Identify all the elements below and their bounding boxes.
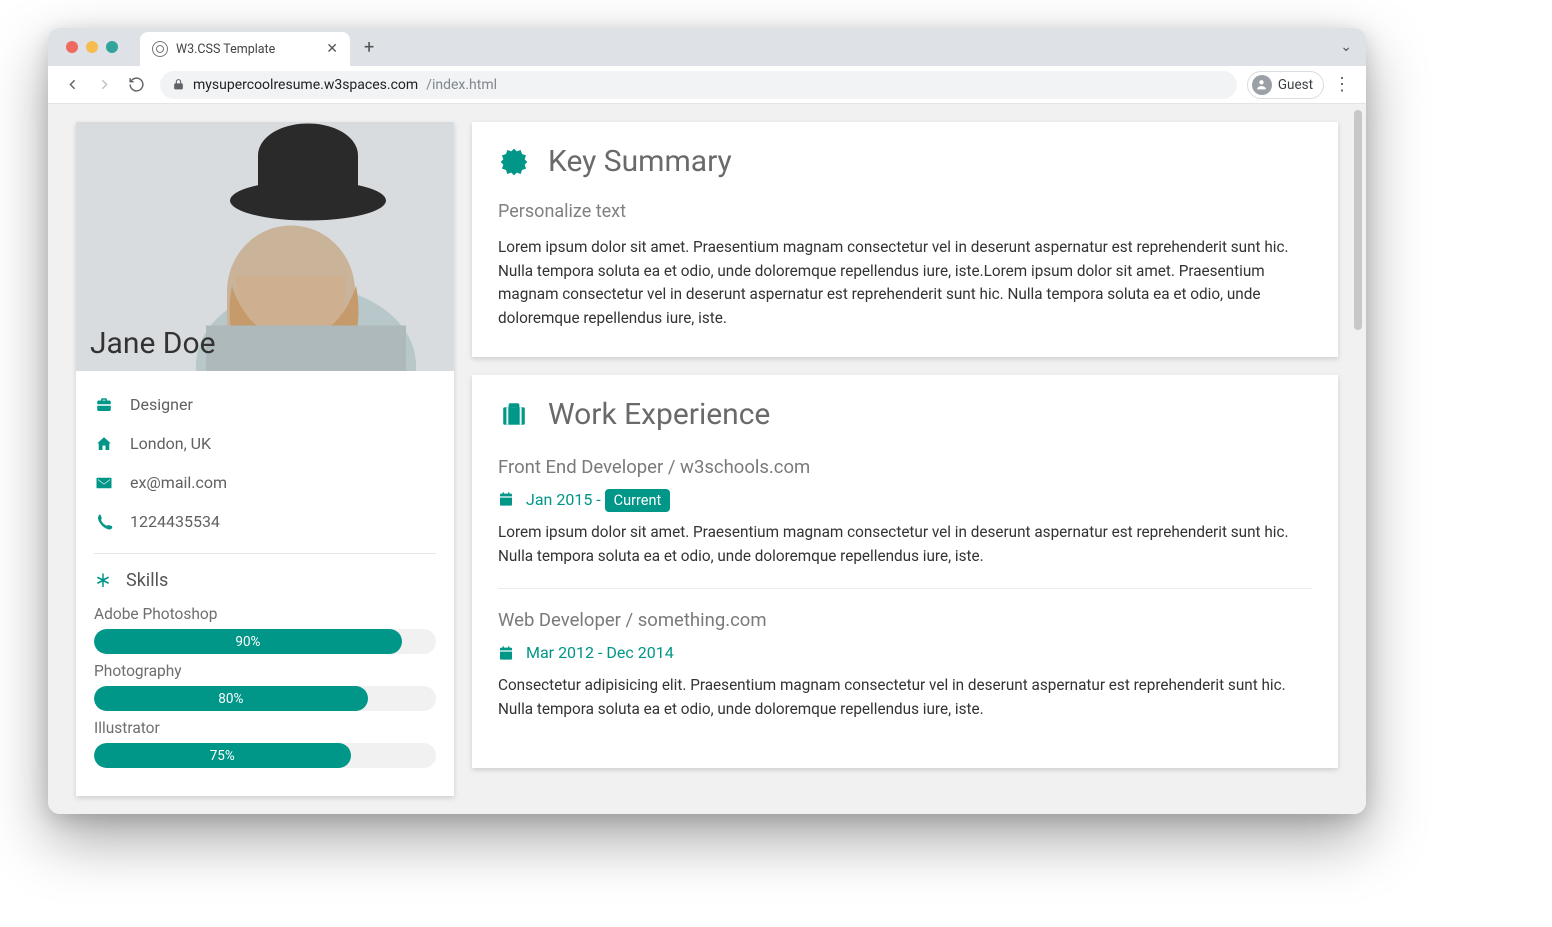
avatar-icon — [1252, 75, 1272, 95]
tab-title: W3.CSS Template — [176, 42, 318, 57]
job-title: Web Developer / something.com — [498, 609, 1312, 631]
job-date-prefix: Jan 2015 - — [526, 490, 605, 509]
home-icon — [94, 435, 114, 453]
phone-icon — [94, 513, 114, 531]
url-host: mysupercoolresume.w3spaces.com — [193, 77, 418, 93]
job-date-row: Jan 2015 - Current — [498, 490, 1312, 509]
profile-photo: Jane Doe — [76, 122, 454, 371]
profile-chip[interactable]: Guest — [1247, 71, 1324, 99]
skill-progress: 75% — [94, 743, 436, 768]
summary-body: Lorem ipsum dolor sit amet. Praesentium … — [498, 236, 1312, 331]
info-role: Designer — [94, 385, 436, 424]
skill-item: Illustrator 75% — [94, 719, 436, 768]
asterisk-icon — [94, 572, 112, 590]
browser-tab[interactable]: W3.CSS Template ✕ — [140, 32, 350, 66]
job-title: Front End Developer / w3schools.com — [498, 456, 1312, 478]
info-role-value: Designer — [130, 395, 193, 414]
calendar-icon — [498, 491, 514, 507]
close-tab-icon[interactable]: ✕ — [326, 41, 338, 57]
skill-progress-fill: 90% — [94, 629, 402, 654]
forward-button[interactable] — [90, 71, 118, 99]
summary-section: Key Summary Personalize text Lorem ipsum… — [472, 122, 1338, 357]
summary-subheading: Personalize text — [498, 201, 1312, 222]
divider — [94, 553, 436, 554]
info-phone-value: 1224435534 — [130, 512, 220, 531]
info-location: London, UK — [94, 424, 436, 463]
briefcase-icon — [94, 396, 114, 414]
sidebar-card: Jane Doe Designer London, UK ex@mail.com — [76, 122, 454, 796]
current-badge: Current — [605, 489, 671, 512]
browser-toolbar: mysupercoolresume.w3spaces.com/index.htm… — [48, 66, 1366, 104]
window-controls — [56, 41, 128, 53]
envelope-icon — [94, 474, 114, 492]
profile-label: Guest — [1278, 77, 1313, 93]
job-description: Consectetur adipisicing elit. Praesentiu… — [498, 674, 1312, 721]
job-description: Lorem ipsum dolor sit amet. Praesentium … — [498, 521, 1312, 568]
url-path: /index.html — [426, 77, 497, 93]
summary-heading-label: Key Summary — [548, 144, 732, 179]
experience-heading-label: Work Experience — [548, 397, 770, 432]
profile-name: Jane Doe — [90, 326, 216, 361]
info-phone: 1224435534 — [94, 502, 436, 541]
summary-heading: Key Summary — [498, 144, 1312, 179]
job-date-row: Mar 2012 - Dec 2014 — [498, 643, 1312, 662]
skill-progress-fill: 75% — [94, 743, 351, 768]
calendar-icon — [498, 645, 514, 661]
close-window-button[interactable] — [66, 41, 78, 53]
skill-progress: 80% — [94, 686, 436, 711]
skill-item: Adobe Photoshop 90% — [94, 605, 436, 654]
skill-label: Illustrator — [94, 719, 436, 737]
browser-window: W3.CSS Template ✕ + ⌄ mysupercoolresume.… — [48, 28, 1366, 814]
reload-button[interactable] — [122, 71, 150, 99]
info-location-value: London, UK — [130, 434, 211, 453]
browser-menu-button[interactable]: ⋮ — [1328, 74, 1356, 95]
minimize-window-button[interactable] — [86, 41, 98, 53]
suitcase-icon — [498, 398, 530, 430]
tab-strip: W3.CSS Template ✕ + ⌄ — [48, 28, 1366, 66]
skill-progress-fill: 80% — [94, 686, 368, 711]
experience-heading: Work Experience — [498, 397, 1312, 432]
job-item: Front End Developer / w3schools.com Jan … — [498, 454, 1312, 588]
skill-label: Photography — [94, 662, 436, 680]
maximize-window-button[interactable] — [106, 41, 118, 53]
job-date-text: Mar 2012 - Dec 2014 — [526, 643, 674, 662]
globe-icon — [152, 41, 168, 57]
experience-section: Work Experience Front End Developer / w3… — [472, 375, 1338, 768]
info-email-value: ex@mail.com — [130, 473, 227, 492]
certificate-icon — [498, 146, 530, 178]
skill-item: Photography 80% — [94, 662, 436, 711]
skill-label: Adobe Photoshop — [94, 605, 436, 623]
skills-heading: Skills — [94, 570, 436, 591]
chevron-down-icon[interactable]: ⌄ — [1340, 39, 1352, 55]
info-email: ex@mail.com — [94, 463, 436, 502]
skills-heading-label: Skills — [126, 570, 168, 591]
lock-icon — [172, 78, 185, 91]
main-column: Key Summary Personalize text Lorem ipsum… — [472, 122, 1338, 796]
skill-progress: 90% — [94, 629, 436, 654]
job-date-text: Jan 2015 - Current — [526, 490, 670, 509]
address-bar[interactable]: mysupercoolresume.w3spaces.com/index.htm… — [160, 71, 1237, 99]
page-viewport: Jane Doe Designer London, UK ex@mail.com — [48, 104, 1366, 814]
job-item: Web Developer / something.com Mar 2012 -… — [498, 588, 1312, 741]
back-button[interactable] — [58, 71, 86, 99]
new-tab-button[interactable]: + — [364, 37, 374, 58]
